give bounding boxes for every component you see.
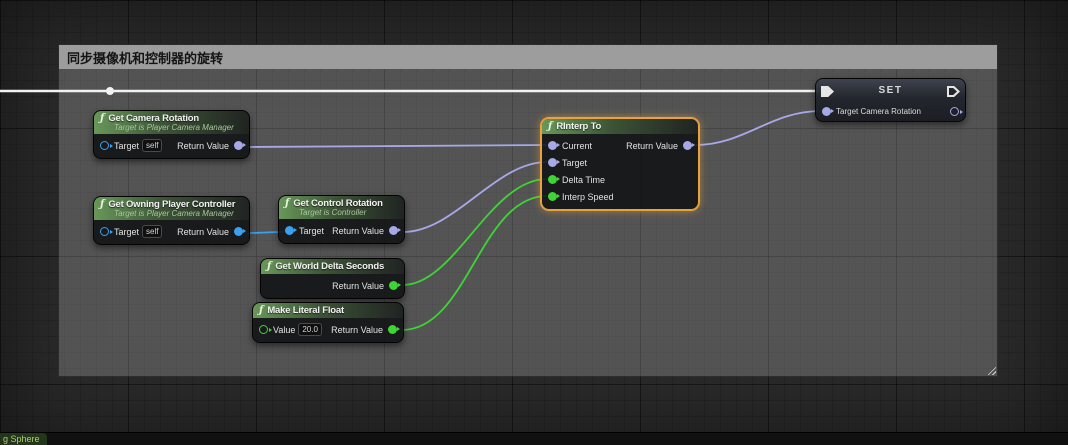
exec-in-pin[interactable] bbox=[821, 86, 834, 97]
pin-label: Return Value bbox=[177, 141, 229, 151]
node-subtitle: Target is Controller bbox=[285, 208, 396, 217]
wire-literal-float-to-interp-speed[interactable] bbox=[402, 196, 547, 330]
node-subtitle: Target is Player Camera Manager bbox=[100, 209, 241, 218]
return-value-output-pin[interactable] bbox=[234, 227, 243, 236]
target-input-pin[interactable] bbox=[548, 158, 557, 167]
pin-label: Target bbox=[562, 158, 587, 168]
node-rinterp-to[interactable]: ƒ RInterp To Current Return Value Target… bbox=[541, 118, 699, 210]
pin-label: Value bbox=[273, 325, 295, 335]
value-input-pin[interactable] bbox=[259, 325, 268, 334]
pin-row: Value 20.0 Return Value bbox=[253, 321, 403, 338]
pin-row: Target bbox=[542, 154, 698, 171]
node-get-control-rotation[interactable]: ƒ Get Control Rotation Target is Control… bbox=[278, 195, 405, 244]
interp-speed-input-pin[interactable] bbox=[548, 192, 557, 201]
return-value-output-pin[interactable] bbox=[683, 141, 692, 150]
current-input-pin[interactable] bbox=[548, 141, 557, 150]
asset-tab[interactable]: g Sphere bbox=[0, 433, 47, 445]
node-header[interactable]: ƒ Get Camera Rotation Target is Player C… bbox=[94, 111, 249, 134]
asset-tab-label: g Sphere bbox=[3, 434, 40, 444]
self-reference-box[interactable]: self bbox=[142, 139, 162, 152]
wire-control-rotation-to-target[interactable] bbox=[403, 162, 547, 232]
delta-time-input-pin[interactable] bbox=[548, 175, 557, 184]
pin-label: Interp Speed bbox=[562, 192, 614, 202]
status-bar: g Sphere bbox=[0, 432, 1068, 445]
pin-label: Return Value bbox=[332, 281, 384, 291]
pin-label: Target Camera Rotation bbox=[836, 107, 921, 116]
pin-label: Target bbox=[299, 226, 324, 236]
pin-row: Target Return Value bbox=[279, 222, 404, 239]
self-reference-box[interactable]: self bbox=[142, 225, 162, 238]
pin-row: Return Value bbox=[261, 277, 404, 294]
pin-row: Interp Speed bbox=[542, 188, 698, 205]
pin-label: Return Value bbox=[332, 226, 384, 236]
function-icon: ƒ bbox=[267, 261, 271, 272]
pin-row: Current Return Value bbox=[542, 137, 698, 154]
return-value-output-pin[interactable] bbox=[389, 226, 398, 235]
node-subtitle: Target is Player Camera Manager bbox=[100, 123, 241, 132]
pin-label: Current bbox=[562, 141, 592, 151]
node-get-owning-player-controller[interactable]: ƒ Get Owning Player Controller Target is… bbox=[93, 196, 250, 245]
node-header[interactable]: ƒ RInterp To bbox=[542, 119, 698, 134]
node-title: RInterp To bbox=[556, 121, 601, 132]
node-title: SET bbox=[879, 85, 903, 96]
return-value-output-pin[interactable] bbox=[234, 141, 243, 150]
variable-output-pin[interactable] bbox=[950, 107, 959, 116]
wire-camera-rotation-to-current[interactable] bbox=[248, 145, 547, 147]
node-set-target-camera-rotation[interactable]: SET Target Camera Rotation bbox=[815, 78, 966, 122]
node-get-world-delta-seconds[interactable]: ƒ Get World Delta Seconds Return Value bbox=[260, 258, 405, 299]
blueprint-canvas[interactable]: 同步摄像机和控制器的旋转 ƒ Get Camera Rotation Targe… bbox=[0, 0, 1068, 445]
pin-label: Return Value bbox=[331, 325, 383, 335]
node-title: Make Literal Float bbox=[267, 305, 344, 316]
node-title: Get World Delta Seconds bbox=[275, 261, 384, 272]
function-icon: ƒ bbox=[100, 199, 104, 210]
target-input-pin[interactable] bbox=[285, 226, 294, 235]
function-icon: ƒ bbox=[259, 305, 263, 316]
variable-input-pin[interactable] bbox=[822, 107, 831, 116]
pin-label: Target bbox=[114, 141, 139, 151]
pin-label: Return Value bbox=[177, 227, 229, 237]
node-get-camera-rotation[interactable]: ƒ Get Camera Rotation Target is Player C… bbox=[93, 110, 250, 159]
reroute-node[interactable] bbox=[106, 87, 114, 95]
target-input-pin[interactable] bbox=[100, 141, 109, 150]
node-header[interactable]: ƒ Get World Delta Seconds bbox=[261, 259, 404, 274]
function-icon: ƒ bbox=[548, 121, 552, 132]
wire-delta-seconds-to-delta-time[interactable] bbox=[403, 179, 547, 285]
node-make-literal-float[interactable]: ƒ Make Literal Float Value 20.0 Return V… bbox=[252, 302, 404, 343]
pin-row: Target Camera Rotation bbox=[816, 101, 965, 121]
function-icon: ƒ bbox=[285, 198, 289, 209]
pin-label: Delta Time bbox=[562, 175, 605, 185]
node-header[interactable]: ƒ Get Owning Player Controller Target is… bbox=[94, 197, 249, 220]
exec-out-pin[interactable] bbox=[947, 86, 960, 97]
return-value-output-pin[interactable] bbox=[388, 325, 397, 334]
pin-row: Target self Return Value bbox=[94, 137, 249, 154]
return-value-output-pin[interactable] bbox=[389, 281, 398, 290]
pin-label: Return Value bbox=[626, 141, 678, 151]
pin-label: Target bbox=[114, 227, 139, 237]
target-input-pin[interactable] bbox=[100, 227, 109, 236]
wire-rinterp-to-set[interactable] bbox=[695, 111, 821, 145]
pin-row: Target self Return Value bbox=[94, 223, 249, 240]
function-icon: ƒ bbox=[100, 113, 104, 124]
float-value-box[interactable]: 20.0 bbox=[298, 323, 322, 336]
node-header[interactable]: ƒ Make Literal Float bbox=[253, 303, 403, 318]
node-header[interactable]: ƒ Get Control Rotation Target is Control… bbox=[279, 196, 404, 219]
pin-row: Delta Time bbox=[542, 171, 698, 188]
